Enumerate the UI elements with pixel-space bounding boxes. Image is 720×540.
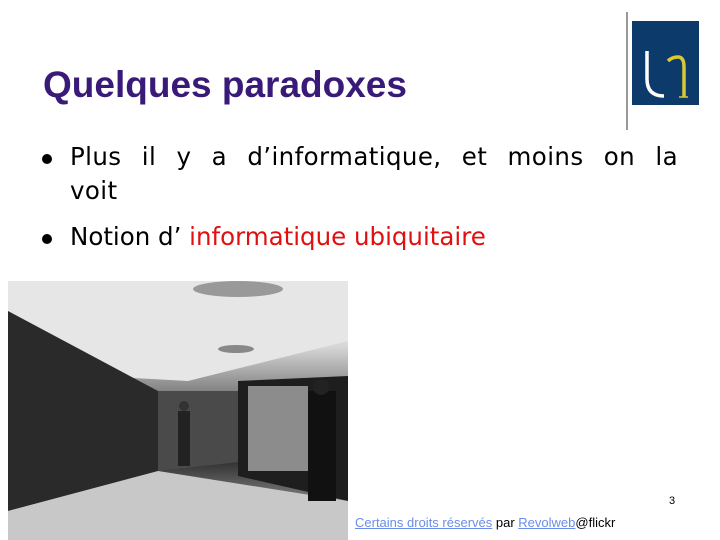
bullet-icon [42, 154, 52, 164]
slide-title: Quelques paradoxes [43, 64, 407, 105]
page-number: 3 [669, 495, 676, 507]
bullet-text: Notion d’ [70, 222, 190, 251]
bullet-item: Plus il y a d’informatique, et moins on … [40, 140, 678, 208]
license-link[interactable]: Certains droits réservés [355, 515, 492, 530]
author-link[interactable]: Revolweb [518, 515, 575, 530]
highlight-text: informatique ubiquitaire [189, 222, 486, 251]
bullet-icon [42, 234, 52, 244]
bullet-list: Plus il y a d’informatique, et moins on … [40, 140, 678, 266]
bullet-text: Plus il y a d’informatique, et moins on … [70, 142, 678, 205]
eniac-photo [8, 281, 348, 540]
credit-by: par [492, 515, 519, 530]
divider-line [626, 12, 628, 130]
university-logo [632, 21, 699, 105]
bullet-item: Notion d’ informatique ubiquitaire [40, 220, 678, 254]
photo-credit: Certains droits réservés par Revolweb@fl… [355, 515, 615, 530]
credit-source: @flickr [575, 515, 616, 530]
